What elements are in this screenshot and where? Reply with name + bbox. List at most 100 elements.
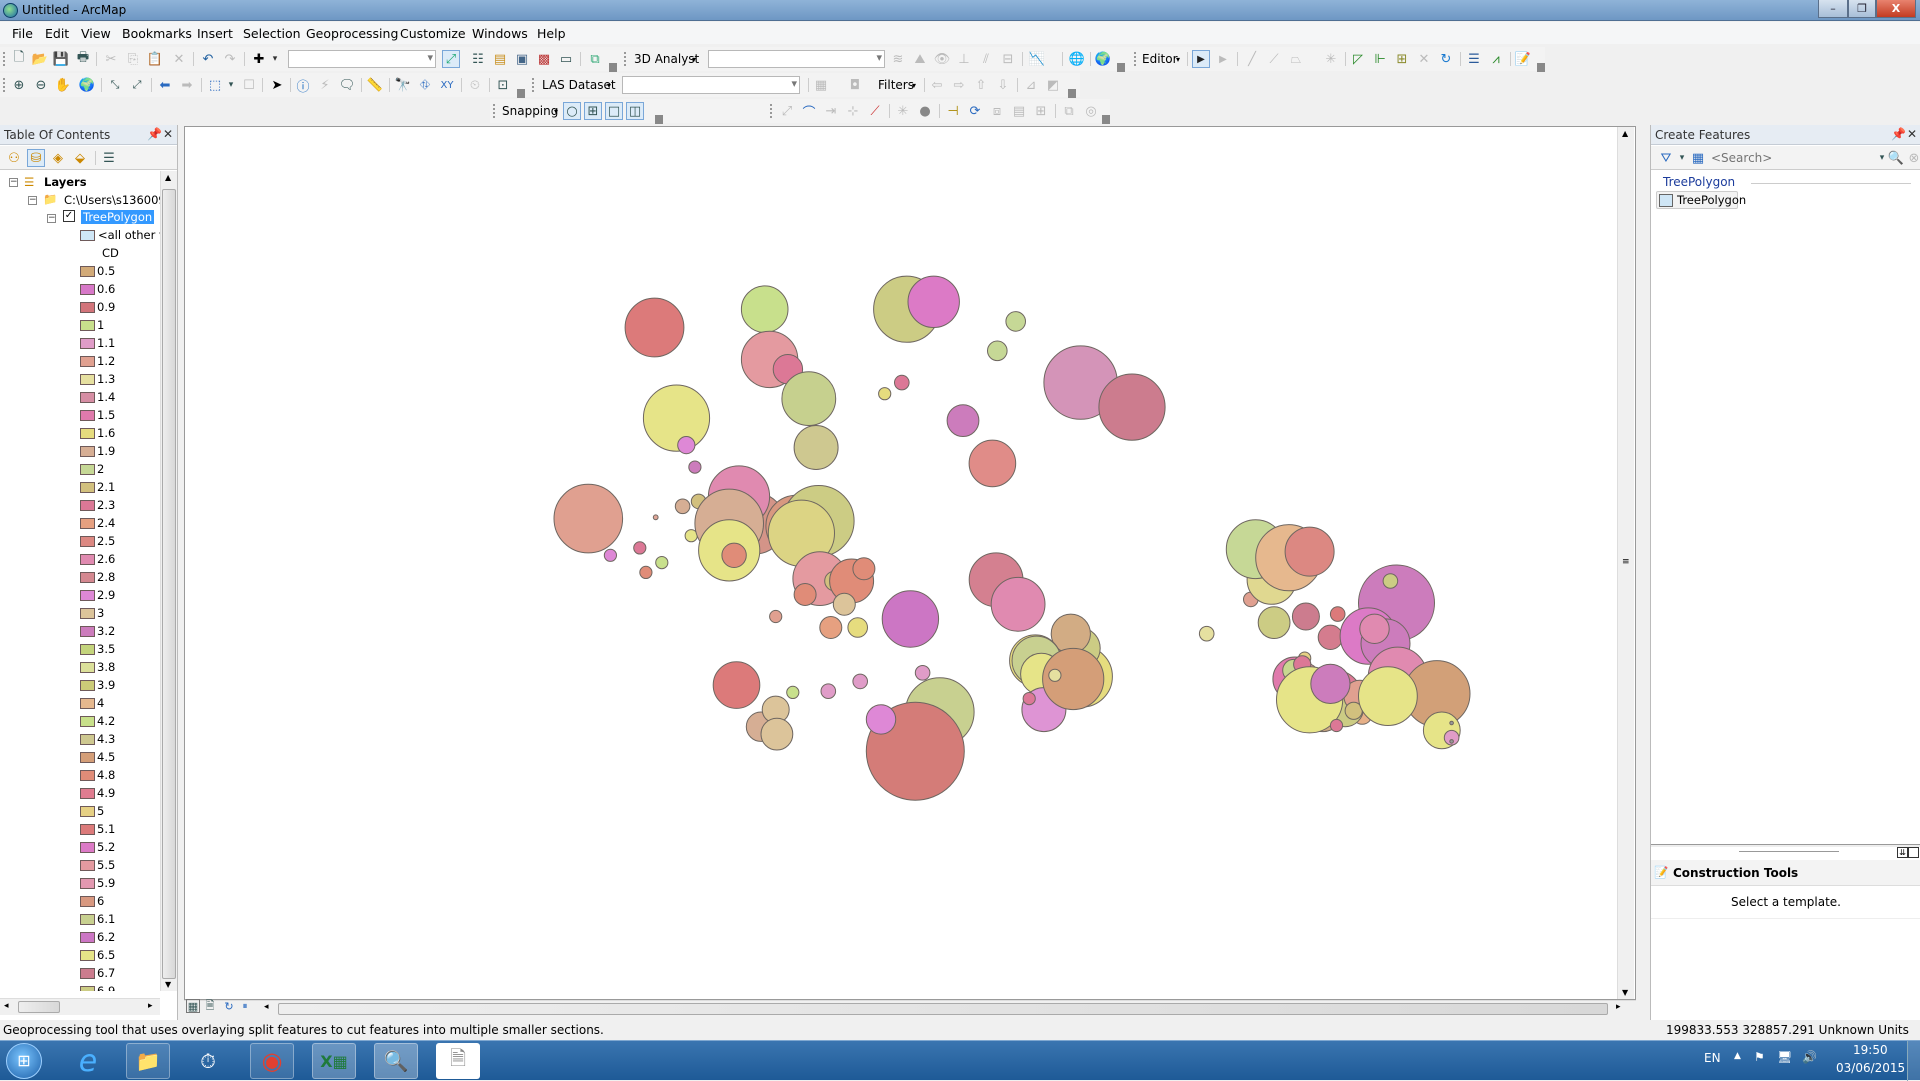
point-profile-icon[interactable]: ⊥ xyxy=(955,50,973,68)
legend-swatch[interactable] xyxy=(80,716,95,727)
legend-swatch[interactable] xyxy=(80,914,95,925)
action-center-flag-icon[interactable]: ⚑ xyxy=(1754,1050,1765,1064)
tree-polygon-feature[interactable] xyxy=(881,590,940,648)
legend-item[interactable]: 6.7 xyxy=(80,966,160,982)
find-icon[interactable]: 🔭 xyxy=(394,76,412,94)
tree-polygon-feature[interactable] xyxy=(740,285,789,333)
network-icon[interactable]: 🖥 xyxy=(1777,1050,1792,1064)
html-popup-icon[interactable]: 🗨 xyxy=(338,76,356,94)
edit-tool-icon[interactable]: ▶ xyxy=(1192,50,1210,68)
go-forward-icon[interactable]: ➡ xyxy=(178,76,196,94)
template-view-icon[interactable]: ▦ xyxy=(1689,149,1707,167)
editor-menu[interactable]: Editor xyxy=(1142,52,1178,66)
start-button[interactable]: ⊞ xyxy=(6,1043,42,1079)
select-elements-icon[interactable]: ➤ xyxy=(268,76,286,94)
create-features-close-icon[interactable]: ✕ xyxy=(1907,127,1917,141)
legend-item[interactable]: 4.3 xyxy=(80,732,160,748)
tree-polygon-feature[interactable] xyxy=(793,425,839,470)
select-dropdown-icon[interactable]: ▾ xyxy=(222,76,240,94)
fillet-icon[interactable]: ⤢ xyxy=(778,102,796,120)
legend-item[interactable]: 1.4 xyxy=(80,390,160,406)
legend-swatch[interactable] xyxy=(80,374,95,385)
legend-swatch[interactable] xyxy=(80,338,95,349)
las-left-icon[interactable]: ⇦ xyxy=(928,76,946,94)
tree-polygon-feature[interactable] xyxy=(968,439,1017,488)
legend-item[interactable]: 0.6 xyxy=(80,282,160,298)
tree-polygon-feature[interactable] xyxy=(781,371,837,427)
undo-icon[interactable]: ↶ xyxy=(199,50,217,68)
menu-help[interactable]: Help xyxy=(537,26,566,41)
legend-swatch[interactable] xyxy=(80,536,95,547)
tree-polygon-feature[interactable] xyxy=(1329,718,1344,733)
pdf-document-icon[interactable]: 🗎 xyxy=(436,1043,480,1079)
interpolate-polygon-icon[interactable]: ⊟ xyxy=(999,50,1017,68)
redo-icon[interactable]: ↷ xyxy=(221,50,239,68)
intersect-icon[interactable]: ◎ xyxy=(1082,102,1100,120)
legend-item[interactable]: 6.1 xyxy=(80,912,160,928)
excel-icon[interactable]: X▦ xyxy=(312,1043,356,1079)
tree-polygon-feature[interactable] xyxy=(786,685,800,700)
interpolate-line-icon[interactable]: ⫽ xyxy=(977,50,995,68)
menu-geoprocessing[interactable]: Geoprocessing xyxy=(306,26,398,41)
menu-insert[interactable]: Insert xyxy=(197,26,233,41)
3d-analyst-menu[interactable]: 3D Analyst xyxy=(634,52,699,66)
tree-polygon-feature[interactable] xyxy=(721,542,747,568)
legend-swatch[interactable] xyxy=(80,932,95,943)
point-snapping-icon[interactable]: ○ xyxy=(563,102,581,120)
explode-icon[interactable]: ✳ xyxy=(894,102,912,120)
steepest-path-icon[interactable]: ⛰ xyxy=(911,50,929,68)
tree-polygon-feature[interactable] xyxy=(1291,602,1320,631)
legend-swatch[interactable] xyxy=(80,644,95,655)
tree-polygon-feature[interactable] xyxy=(793,583,817,606)
legend-swatch[interactable] xyxy=(80,266,95,277)
tree-polygon-feature[interactable] xyxy=(553,483,624,554)
tree-polygon-feature[interactable] xyxy=(820,683,837,700)
legend-swatch[interactable] xyxy=(80,968,95,979)
legend-item[interactable]: 6.9 xyxy=(80,984,160,991)
legend-swatch[interactable] xyxy=(80,806,95,817)
las-right-icon[interactable]: ⇨ xyxy=(950,76,968,94)
collapse-folder-icon[interactable]: − xyxy=(28,196,37,205)
legend-item[interactable]: 3 xyxy=(80,606,160,622)
tree-polygon-feature[interactable] xyxy=(769,609,783,624)
end-snapping-icon[interactable]: ⊞ xyxy=(584,102,602,120)
clear-selection-icon[interactable]: ☐ xyxy=(240,76,258,94)
layout-view-icon[interactable]: 🗎 xyxy=(203,999,217,1013)
cut-polygons-icon[interactable]: ⊞ xyxy=(1393,50,1411,68)
pin-icon[interactable]: 📌 xyxy=(1891,127,1906,141)
create-viewer-window-icon[interactable]: ⊡ xyxy=(494,76,512,94)
legend-item[interactable]: 2.4 xyxy=(80,516,160,532)
tree-polygon-feature[interactable] xyxy=(1382,573,1399,589)
data-view-icon[interactable]: ▦ xyxy=(186,999,200,1013)
contour-icon[interactable]: ≋ xyxy=(889,50,907,68)
layer-treepolygon[interactable]: TreePolygon xyxy=(81,210,155,224)
trim-icon[interactable]: ⊹ xyxy=(844,102,862,120)
legend-swatch[interactable] xyxy=(80,572,95,583)
folder-path[interactable]: C:\Users\s1360097 xyxy=(64,193,160,207)
line-of-sight-icon[interactable]: 👁 xyxy=(933,50,951,68)
arcglobe-icon[interactable]: 🌍 xyxy=(1094,50,1112,68)
clear-search-icon[interactable]: ⊗ xyxy=(1905,149,1920,167)
paste-icon[interactable]: 📋 xyxy=(146,50,164,68)
legend-swatch[interactable] xyxy=(80,626,95,637)
file-explorer-icon[interactable]: 📁 xyxy=(126,1043,170,1079)
python-window-icon[interactable]: ▭ xyxy=(557,50,575,68)
fixed-zoom-in-icon[interactable]: ⤡ xyxy=(106,76,124,94)
legend-item[interactable]: 2.8 xyxy=(80,570,160,586)
legend-item[interactable]: 2.6 xyxy=(80,552,160,568)
legend-swatch[interactable] xyxy=(80,860,95,871)
snapping-menu[interactable]: Snapping xyxy=(502,104,558,118)
legend-item[interactable]: 0.9 xyxy=(80,300,160,316)
vertex-snapping-icon[interactable]: □ xyxy=(605,102,623,120)
tree-polygon-feature[interactable] xyxy=(907,275,960,329)
restore-button[interactable]: ❐ xyxy=(1848,0,1876,18)
legend-swatch[interactable] xyxy=(80,842,95,853)
toc-hscroll-thumb[interactable] xyxy=(18,1001,60,1013)
legend-item[interactable]: 1.5 xyxy=(80,408,160,424)
tree-polygon-feature[interactable] xyxy=(990,576,1046,632)
collapse-layers-icon[interactable]: − xyxy=(9,178,18,187)
tree-polygon-feature[interactable] xyxy=(1098,373,1166,441)
tree-polygon-feature[interactable] xyxy=(1048,668,1062,682)
legend-item[interactable]: 2.5 xyxy=(80,534,160,550)
map-view[interactable]: ▲ ≡ ▼ xyxy=(184,126,1636,1000)
